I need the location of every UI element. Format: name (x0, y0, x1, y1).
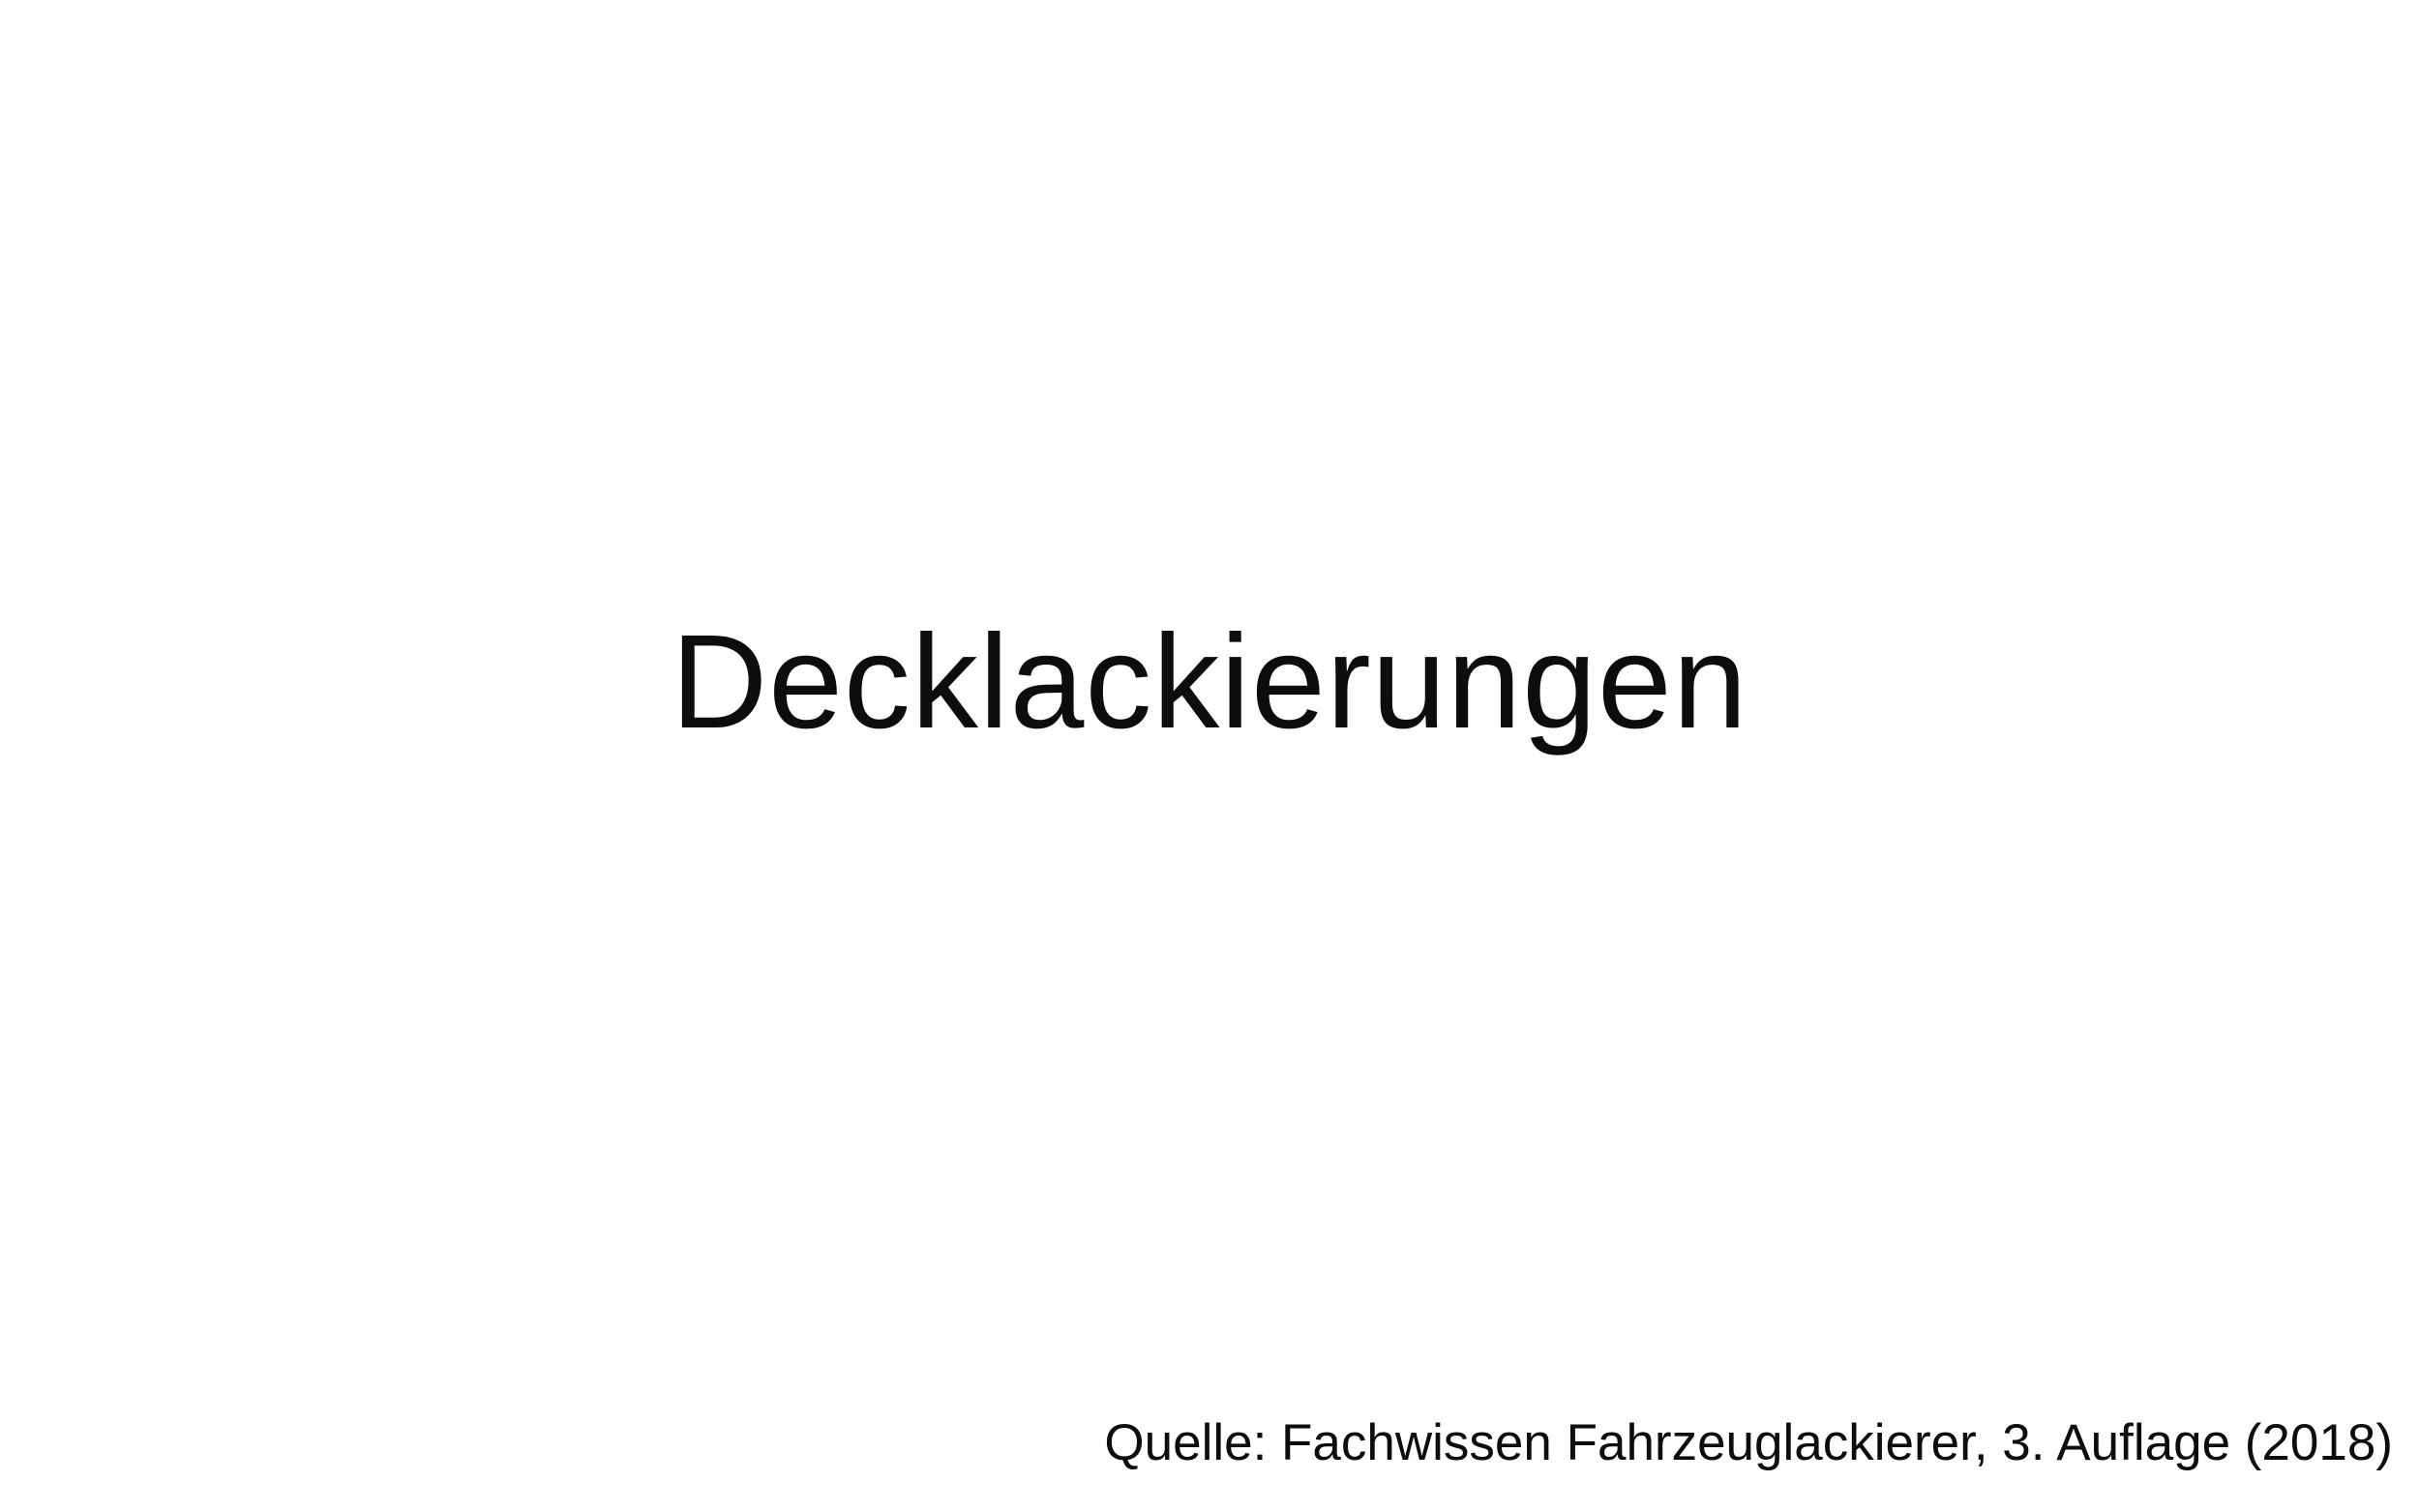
source-citation: Quelle: Fachwissen Fahrzeuglackierer, 3.… (1104, 1414, 2393, 1471)
slide-title: Decklackierungen (671, 608, 1748, 756)
slide: Decklackierungen Quelle: Fachwissen Fahr… (0, 0, 2419, 1512)
